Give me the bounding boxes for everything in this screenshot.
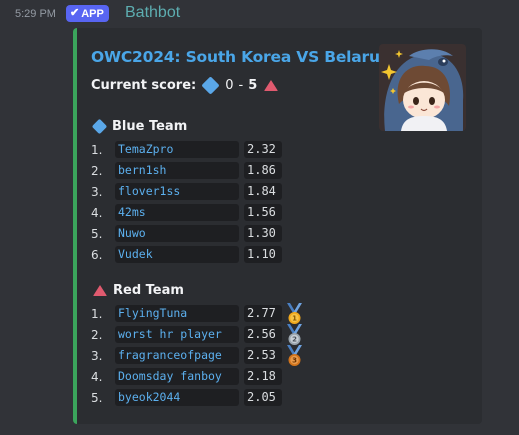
player-name: byeok2044 (115, 389, 239, 406)
player-name: 42ms (115, 204, 239, 221)
blue-score: 0 (225, 78, 234, 93)
list-item: 5. Nuwo 1.30 (91, 223, 282, 244)
chibi-character-avatar (379, 44, 466, 131)
list-item: 1. TemaZpro 2.32 (91, 139, 282, 160)
player-name: Vudek (115, 246, 239, 263)
player-value: 1.56 (244, 204, 282, 221)
app-badge: ✔ APP (66, 5, 109, 22)
player-value: 1.86 (244, 162, 282, 179)
red-score: 5 (248, 78, 258, 93)
player-name: bern1sh (115, 162, 239, 179)
player-value: 1.84 (244, 183, 282, 200)
player-value: 2.77 (244, 305, 282, 322)
score-separator: - (238, 78, 244, 93)
player-name: FlyingTuna (115, 305, 239, 322)
player-name: Doomsday fanboy (115, 368, 239, 385)
blue-team-header: Blue Team (91, 118, 188, 135)
player-name: fragranceofpage (115, 347, 239, 364)
bronze-medal-icon: 3 (287, 345, 302, 366)
player-value: 1.30 (244, 225, 282, 242)
list-item: 1. FlyingTuna 2.77 1 (91, 303, 302, 324)
list-item: 3. fragranceofpage 2.53 3 (91, 345, 302, 366)
svg-text:1: 1 (292, 315, 297, 323)
player-value: 2.05 (244, 389, 282, 406)
list-item: 4. 42ms 1.56 (91, 202, 282, 223)
blue-diamond-icon (91, 118, 108, 135)
player-rank: 2. (91, 327, 103, 342)
blue-diamond-icon (201, 76, 220, 95)
player-rank: 4. (91, 205, 103, 220)
player-rank: 6. (91, 247, 103, 262)
player-rank: 3. (91, 184, 103, 199)
list-item: 6. Vudek 1.10 (91, 244, 282, 265)
match-embed: OWC2024: South Korea VS Belarus Current … (73, 28, 482, 424)
player-rank: 4. (91, 369, 103, 384)
player-value: 2.32 (244, 141, 282, 158)
red-team-name: Red Team (113, 283, 184, 298)
player-rank: 3. (91, 348, 103, 363)
player-name: flover1ss (115, 183, 239, 200)
list-item: 4. Doomsday fanboy 2.18 (91, 366, 282, 387)
svg-text:3: 3 (292, 357, 297, 365)
list-item: 2. bern1sh 1.86 (91, 160, 282, 181)
player-rank: 5. (91, 390, 103, 405)
red-triangle-icon (93, 285, 107, 296)
player-rank: 5. (91, 226, 103, 241)
blue-team-name: Blue Team (112, 119, 188, 134)
message-timestamp: 5:29 PM (15, 8, 56, 20)
current-score: Current score: 0 - 5 (91, 76, 280, 95)
app-badge-label: APP (81, 7, 104, 20)
player-value: 2.56 (244, 326, 282, 343)
player-rank: 2. (91, 163, 103, 178)
blue-team-list: 1. TemaZpro 2.32 2. bern1sh 1.86 3. flov… (91, 139, 282, 265)
score-label: Current score: (91, 78, 197, 93)
player-value: 2.18 (244, 368, 282, 385)
player-rank: 1. (91, 306, 103, 321)
checkmark-icon: ✔ (70, 7, 80, 19)
svg-text:2: 2 (292, 336, 297, 344)
list-item: 2. worst hr player 2.56 2 (91, 324, 302, 345)
red-team-header: Red Team (91, 283, 184, 298)
silver-medal-icon: 2 (287, 324, 302, 345)
embed-thumbnail[interactable] (379, 44, 466, 131)
player-name: Nuwo (115, 225, 239, 242)
gold-medal-icon: 1 (287, 303, 302, 324)
player-value: 1.10 (244, 246, 282, 263)
list-item: 3. flover1ss 1.84 (91, 181, 282, 202)
embed-title[interactable]: OWC2024: South Korea VS Belarus (91, 48, 389, 66)
player-name: TemaZpro (115, 141, 239, 158)
player-rank: 1. (91, 142, 103, 157)
red-team-list: 1. FlyingTuna 2.77 1 2. worst hr player … (91, 303, 302, 408)
message-header: 5:29 PM ✔ APP Bathbot (0, 4, 519, 24)
red-triangle-icon (264, 80, 279, 91)
list-item: 5. byeok2044 2.05 (91, 387, 282, 408)
player-name: worst hr player (115, 326, 239, 343)
bot-username[interactable]: Bathbot (125, 4, 180, 22)
player-value: 2.53 (244, 347, 282, 364)
